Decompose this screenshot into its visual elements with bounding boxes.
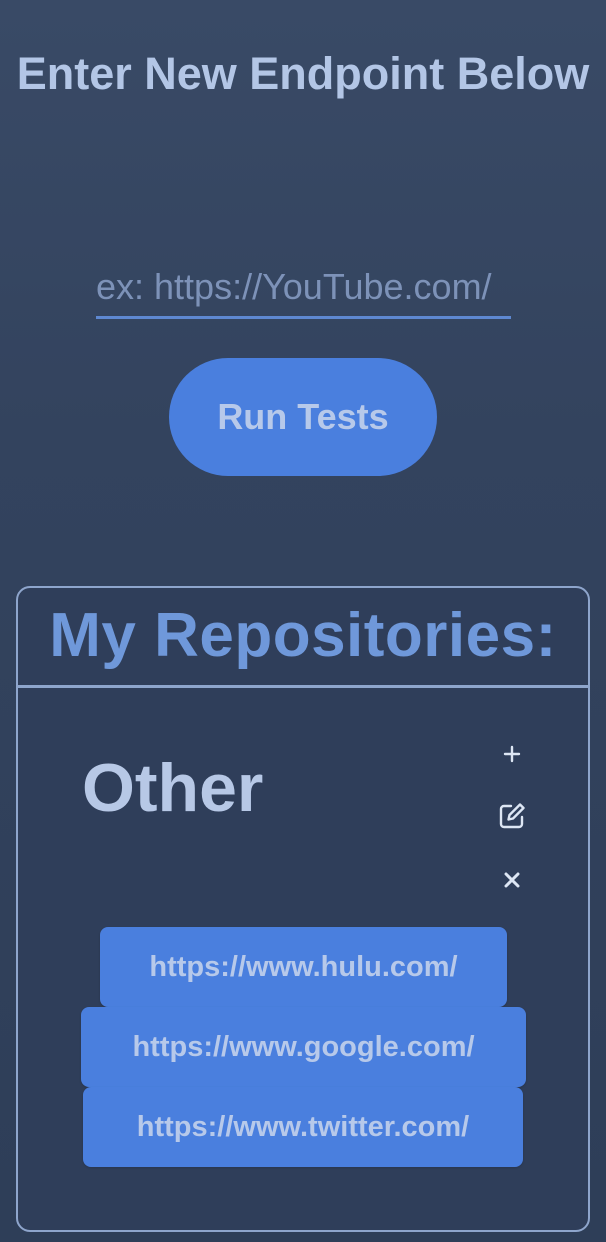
repo-link-label: https://www.twitter.com/ bbox=[136, 1110, 470, 1143]
repositories-panel: My Repositories: Other https://www.hulu.… bbox=[16, 586, 590, 1232]
repo-group-title: Other bbox=[82, 750, 264, 826]
edit-icon-graphic bbox=[499, 803, 525, 829]
edit-icon[interactable] bbox=[492, 796, 532, 836]
repo-link-item[interactable]: https://www.twitter.com/ bbox=[83, 1087, 523, 1167]
repo-link-label: https://www.hulu.com/ bbox=[149, 950, 458, 983]
plus-icon[interactable] bbox=[492, 734, 532, 774]
run-tests-button[interactable]: Run Tests bbox=[169, 358, 437, 476]
repo-link-item[interactable]: https://www.google.com/ bbox=[81, 1007, 526, 1087]
repositories-title: My Repositories: bbox=[18, 588, 588, 688]
page-title: Enter New Endpoint Below bbox=[16, 48, 590, 99]
close-icon[interactable] bbox=[492, 860, 532, 900]
endpoint-input[interactable] bbox=[96, 258, 511, 319]
plus-icon-graphic bbox=[503, 745, 521, 763]
repo-link-label: https://www.google.com/ bbox=[132, 1030, 475, 1063]
repo-link-item[interactable]: https://www.hulu.com/ bbox=[100, 927, 507, 1007]
close-icon-graphic bbox=[504, 872, 520, 888]
